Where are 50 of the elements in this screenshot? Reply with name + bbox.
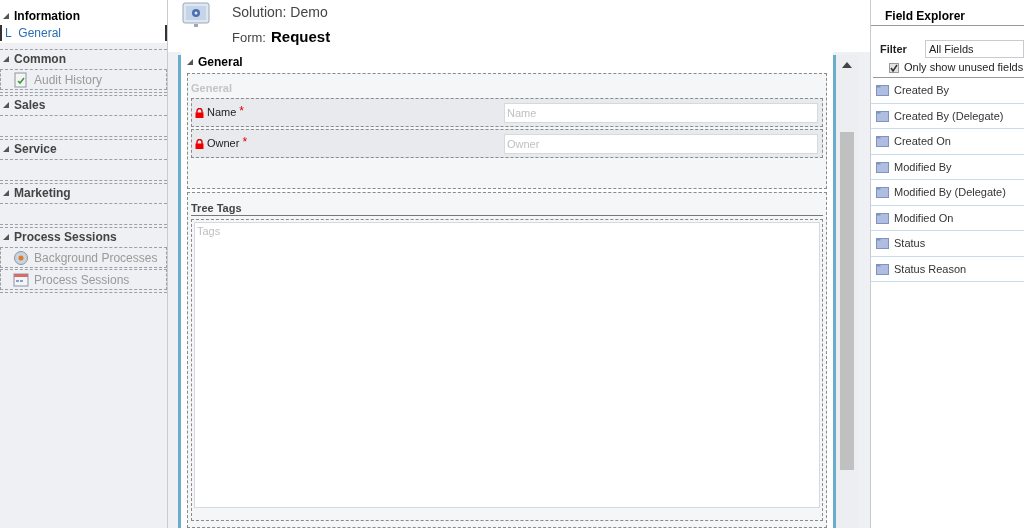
field-list-item[interactable]: Created On — [871, 129, 1024, 155]
scroll-up-icon[interactable] — [842, 62, 852, 68]
field-icon — [876, 160, 889, 173]
field-label: Name — [207, 105, 237, 121]
collapse-icon[interactable] — [3, 234, 9, 240]
section-title: Process Sessions — [14, 229, 117, 246]
field-label: Owner — [207, 136, 240, 152]
section-title: Common — [14, 51, 66, 68]
field-icon — [876, 211, 889, 224]
field-list-item[interactable]: Status — [871, 231, 1024, 257]
checkbox-label: Only show unused fields — [904, 60, 1024, 76]
section-label: Tree Tags — [191, 200, 823, 216]
field-list-item[interactable]: Modified By (Delegate) — [871, 180, 1024, 206]
field-list-item[interactable]: Created By (Delegate) — [871, 103, 1024, 129]
section-title: Marketing — [14, 185, 71, 202]
required-mark: * — [242, 134, 248, 151]
collapse-icon[interactable] — [3, 13, 9, 19]
required-mark: * — [239, 103, 244, 120]
section-title: Sales — [14, 97, 46, 114]
field-icon — [876, 237, 889, 250]
document-check-icon — [13, 71, 29, 88]
collapse-icon[interactable] — [3, 56, 9, 62]
field-icon — [876, 109, 889, 122]
field-icon — [876, 135, 889, 148]
section-title: Service — [14, 141, 57, 158]
field-icon — [876, 186, 889, 199]
solution-title: Solution: Demo — [232, 3, 329, 22]
field-list-item[interactable]: Modified By — [871, 154, 1024, 180]
panel-title: Field Explorer — [885, 9, 966, 23]
input-field[interactable]: Owner — [504, 133, 818, 154]
calendar-icon — [13, 271, 29, 288]
field-list-item[interactable]: Modified On — [871, 205, 1024, 231]
tags-field[interactable]: Tags — [194, 222, 820, 508]
field-icon — [876, 262, 889, 275]
field-icon — [876, 84, 889, 97]
form-settings-icon — [182, 2, 210, 28]
collapse-icon[interactable] — [3, 146, 9, 152]
section-title: Information — [14, 8, 80, 25]
field-list-item[interactable]: Status Reason — [871, 256, 1024, 282]
form-label: Form: — [232, 29, 266, 47]
input-field[interactable]: Name — [504, 102, 818, 123]
filter-dropdown[interactable]: All Fields — [924, 40, 1024, 58]
collapse-icon[interactable] — [187, 59, 193, 65]
collapse-icon[interactable] — [3, 190, 9, 196]
form-name: Request — [270, 27, 331, 47]
checkbox[interactable] — [889, 62, 899, 73]
filter-label: Filter — [880, 41, 907, 57]
tab-title: General — [198, 54, 243, 71]
collapse-icon[interactable] — [3, 102, 9, 108]
field-list-item[interactable]: Created By — [871, 78, 1024, 104]
